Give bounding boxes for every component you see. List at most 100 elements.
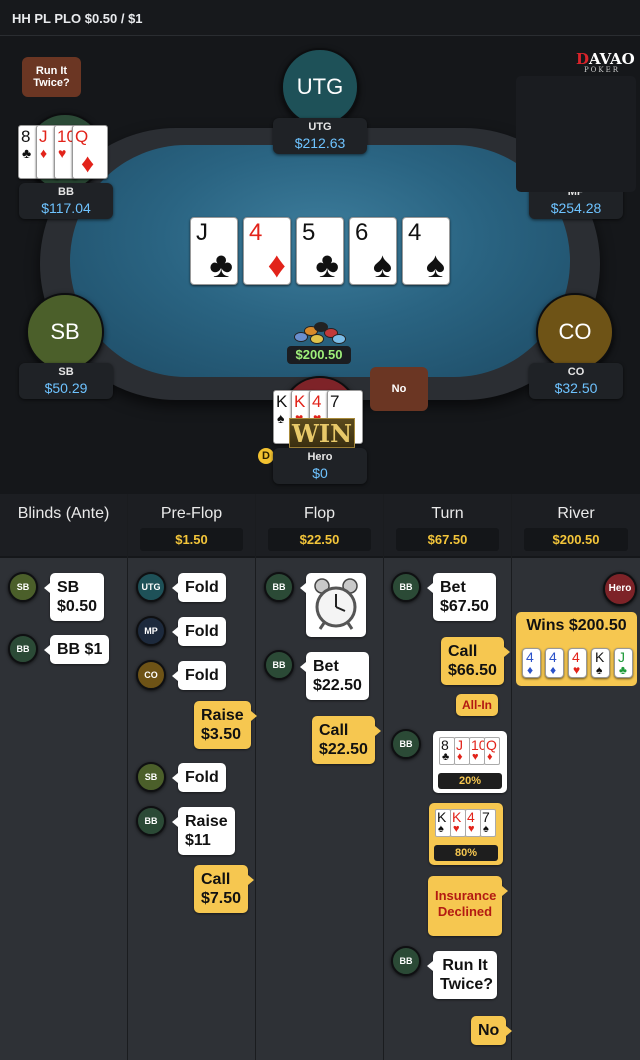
action-line: SB — [57, 579, 80, 596]
hand-replayer: HH PL PLO $0.50 / $1 DAVAO POKER UTG UTG… — [0, 0, 640, 1060]
action-bb-bet: Bet $67.50 — [427, 573, 496, 621]
column-header: Pre-Flop $1.50 — [128, 494, 255, 558]
equity-card: J ♦ — [454, 737, 470, 765]
action-hero-call: Call $22.50 — [312, 716, 381, 764]
card-suit: ♣ — [22, 145, 32, 161]
action-line: Run It — [442, 957, 488, 974]
card-suit: ♠ — [438, 823, 444, 835]
action-hero-call: Call $66.50 — [441, 637, 510, 685]
action-line: Fold — [185, 667, 219, 684]
position-badge-bb: BB — [391, 946, 421, 976]
alarm-clock-icon — [314, 578, 358, 630]
action-line: BB $1 — [57, 641, 103, 658]
action-line: Raise — [185, 813, 228, 830]
position-badge-hero: Hero — [603, 572, 637, 606]
column-pot: $22.50 — [268, 528, 371, 551]
seat-bb-name: BB — [58, 186, 74, 198]
card-suit: ♦ — [550, 663, 557, 677]
winning-card: 4 ♦ — [545, 648, 564, 678]
action-sb-post: SB $0.50 — [43, 573, 105, 621]
pot-chips-icon — [292, 318, 348, 348]
position-badge-bb: BB — [8, 634, 38, 664]
column-title: Flop — [303, 505, 336, 522]
column-title: Blinds (Ante) — [17, 505, 110, 522]
action-line: Call — [448, 643, 478, 660]
seat-co-label: CO $32.50 — [529, 363, 623, 399]
equity-card: 7 ♠ — [480, 809, 496, 837]
position-badge-bb: BB — [136, 806, 166, 836]
action-co-fold: Fold — [172, 661, 226, 690]
action-line: Bet — [313, 658, 339, 675]
card-suit: ♦ — [40, 145, 48, 161]
seat-co[interactable]: CO — [536, 293, 614, 371]
card-rank: 4 — [249, 219, 263, 246]
card-rank: 5 — [302, 219, 316, 246]
seat-hero-stack: $0 — [312, 465, 328, 481]
column-header: Flop $22.50 — [256, 494, 383, 558]
action-mp-fold: Fold — [172, 617, 226, 646]
card-rank: J — [196, 219, 208, 246]
action-bb-time-bank — [300, 573, 366, 637]
card-suit: ♥ — [472, 751, 479, 763]
action-bb-post: BB $1 — [43, 635, 110, 664]
all-in-badge: All-In — [456, 694, 498, 716]
card-suit: ♣ — [619, 663, 627, 677]
card-suit: ♥ — [58, 145, 67, 161]
seat-sb[interactable]: SB — [26, 293, 104, 371]
seat-utg-label: UTG $212.63 — [273, 118, 367, 154]
column-header: Blinds (Ante) — [0, 494, 127, 558]
card-rank: J — [39, 127, 48, 146]
action-bb-run-it-twice: Run It Twice? — [427, 951, 497, 999]
seat-co-name: CO — [567, 366, 585, 378]
seat-bb-label: BB $117.04 — [19, 183, 113, 219]
action-amount: $66.50 — [448, 662, 497, 679]
winner-box: Wins $200.50 4 ♦ 4 ♦ 4 ♥ K ♠ J ♣ — [516, 612, 637, 686]
position-badge-sb: SB — [136, 762, 166, 792]
seat-sb-initials: SB — [50, 319, 80, 344]
action-amount: $3.50 — [201, 726, 242, 743]
position-badge-mp: MP — [136, 616, 166, 646]
card-rank: 6 — [355, 219, 369, 246]
seat-utg-name: UTG — [308, 121, 332, 133]
card-rank: 4 — [312, 392, 322, 411]
card-suit: ♠ — [277, 410, 285, 426]
bb-equity-percent: 20% — [438, 773, 502, 789]
card-suit: ♦ — [267, 244, 286, 285]
hero-equity-box: K ♠ K ♥ 4 ♥ 7 ♠ 80% — [429, 803, 503, 865]
equity-card: K ♠ — [435, 809, 451, 837]
winner-text: Wins $200.50 — [526, 617, 627, 634]
seat-utg-initials: UTG — [296, 74, 344, 99]
bb-run-it-twice-bubble: Run It Twice? — [22, 57, 81, 97]
card-suit: ♣ — [315, 244, 339, 285]
action-amount: $67.50 — [440, 598, 489, 615]
card-suit: ♥ — [573, 663, 581, 677]
game-title: HH PL PLO $0.50 / $1 — [12, 11, 143, 26]
pot-amount: $200.50 — [287, 346, 351, 364]
position-badge-bb: BB — [264, 650, 294, 680]
hero-equity-percent: 80% — [434, 845, 498, 861]
seat-utg[interactable]: UTG — [281, 48, 359, 126]
position-badge-utg: UTG — [136, 572, 166, 602]
winning-card: J ♣ — [614, 648, 633, 678]
card-suit: ♥ — [453, 823, 460, 835]
column-title: River — [557, 505, 595, 522]
seat-co-initials: CO — [558, 319, 592, 344]
card-suit: ♥ — [468, 823, 475, 835]
card-suit: ♦ — [457, 751, 463, 763]
equity-card: 4 ♥ — [465, 809, 481, 837]
column-title: Pre-Flop — [160, 505, 223, 522]
seat-utg-stack: $212.63 — [294, 135, 346, 151]
board-card: 6 ♠ — [349, 217, 397, 285]
card-suit: ♦ — [527, 663, 534, 677]
column-pot: $67.50 — [396, 528, 499, 551]
column-header: River $200.50 — [512, 494, 640, 558]
action-hero-no: No — [471, 1016, 513, 1045]
bb-equity-box: 8 ♣ J ♦ 10 ♥ Q ♦ 20% — [433, 731, 507, 793]
card-suit: ♠ — [596, 663, 603, 677]
hole-card: Q ♦ — [72, 125, 108, 179]
column-title: Turn — [431, 505, 464, 522]
card-rank: 4 — [408, 219, 422, 246]
action-bb-bet: Bet $22.50 — [300, 652, 369, 700]
action-sb-fold: Fold — [172, 763, 226, 792]
winning-card: 4 ♦ — [522, 648, 541, 678]
